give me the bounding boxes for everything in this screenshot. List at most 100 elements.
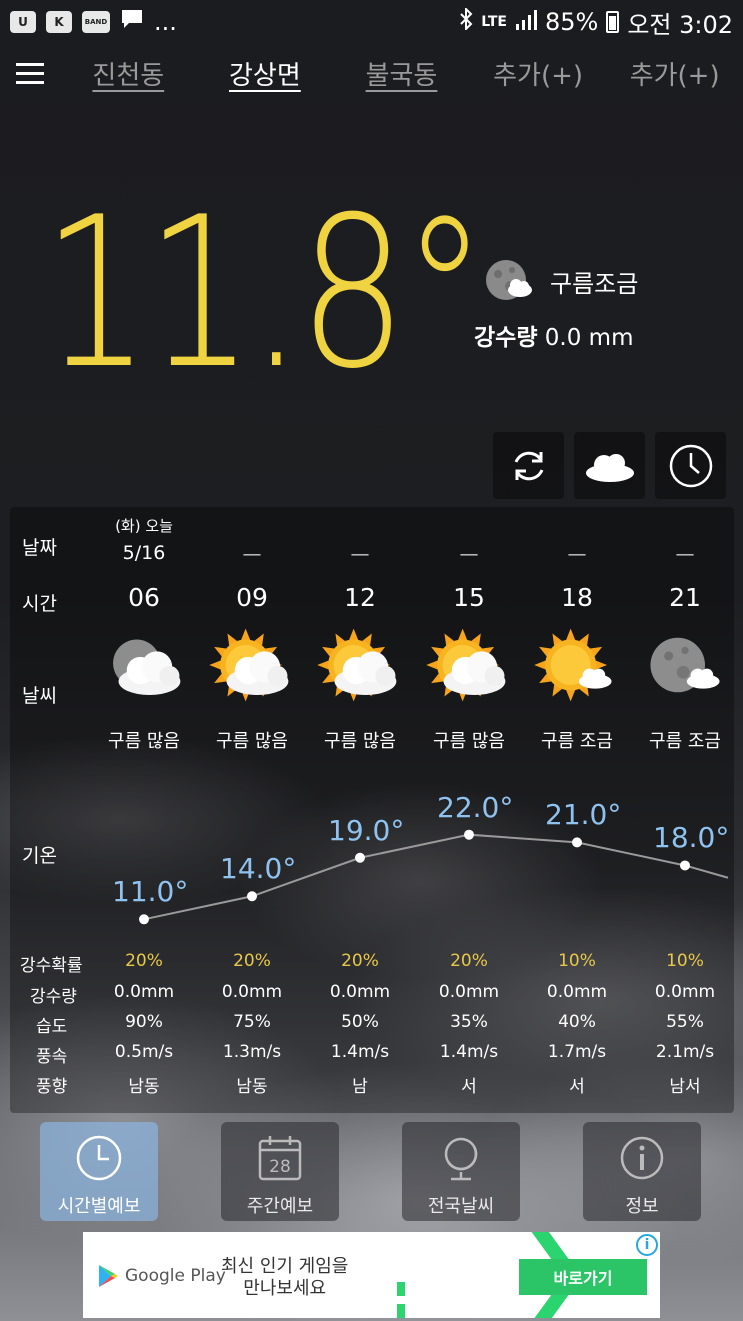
row-label-weather: 날씨	[22, 685, 57, 707]
battery-icon	[606, 11, 620, 33]
temperature-point	[139, 914, 149, 925]
wind-speed-value: 1.4m/s	[439, 1042, 499, 1062]
condition-label: 구름 많음	[433, 731, 505, 752]
signal-icon	[515, 8, 537, 36]
weather-icon-moon-cloud-light	[640, 625, 730, 709]
date-dash: —	[675, 543, 695, 565]
condition-label: 구름 많음	[216, 731, 288, 752]
hamburger-menu-icon[interactable]	[0, 48, 60, 98]
pop-value: 10%	[558, 951, 596, 971]
ad-copy: 최신 인기 게임을 만나보세요	[221, 1256, 348, 1299]
network-type: LTE	[481, 14, 507, 30]
pop-value: 20%	[125, 951, 163, 971]
info-icon	[620, 1136, 664, 1180]
nav-label: 정보	[625, 1196, 659, 1217]
hour-label: 06	[128, 583, 160, 612]
current-condition: 구름조금	[484, 258, 638, 304]
humidity-value: 75%	[233, 1012, 271, 1032]
ad-brand: Google Play	[125, 1266, 226, 1286]
globe-icon	[444, 1137, 478, 1181]
clock-time: 오전 3:02	[627, 10, 733, 39]
nav-label: 전국날씨	[427, 1196, 495, 1217]
pop-value: 20%	[233, 951, 271, 971]
clock-icon	[76, 1135, 122, 1181]
weather-icon	[209, 628, 289, 702]
condition-label: 구름 조금	[541, 731, 613, 752]
weather-view-button[interactable]	[574, 432, 645, 499]
precip-value: 0.0mm	[221, 982, 283, 1002]
bluetooth-icon	[459, 6, 473, 36]
row-label-humidity: 습도	[36, 1017, 68, 1037]
pop-value: 20%	[450, 951, 488, 971]
precip-value: 0.0mm	[329, 982, 391, 1002]
condition-label: 구름 많음	[108, 731, 180, 752]
tab-location-2[interactable]: 강상면	[197, 55, 334, 92]
location-tabs: 진천동 강상면 불국동 추가(+) 추가(+)	[0, 48, 743, 98]
ad-line-2: 만나보세요	[243, 1277, 327, 1299]
more-notifications: ...	[154, 8, 177, 36]
hour-label: 09	[236, 583, 268, 612]
condition-label: 구름 조금	[649, 731, 721, 752]
wind-speed-value: 1.4m/s	[330, 1042, 390, 1062]
ad-info-icon[interactable]: i	[636, 1234, 658, 1256]
row-label-pop: 강수확률	[20, 956, 83, 976]
weather-icon-moon-cloud-heavy	[99, 625, 189, 709]
humidity-value: 35%	[450, 1012, 488, 1032]
temperature-label: 14.0°	[220, 852, 297, 886]
ad-cta-button[interactable]: 바로가기	[519, 1259, 647, 1295]
moon-cloud-icon	[486, 260, 532, 300]
row-label-wind-speed: 풍속	[36, 1047, 68, 1067]
precip-value: 0.0 mm	[544, 325, 634, 351]
temperature-point	[355, 852, 365, 863]
ad-banner[interactable]: Google Play 최신 인기 게임을 만나보세요 바로가기 i	[83, 1232, 660, 1318]
temperature-point	[464, 829, 474, 840]
temperature-line-chart	[139, 829, 729, 925]
weather-icon	[426, 628, 506, 702]
weather-icon	[317, 628, 397, 702]
condition-label: 구름 많음	[324, 731, 396, 752]
google-play-logo: Google Play	[97, 1264, 226, 1288]
weather-icon	[534, 628, 612, 702]
nav-weekly-forecast[interactable]: 28 주간예보	[221, 1122, 339, 1221]
nav-hourly-forecast[interactable]: 시간별예보	[40, 1122, 158, 1221]
quick-actions	[493, 432, 726, 499]
u-app-icon: U	[10, 11, 36, 33]
refresh-button[interactable]	[493, 432, 564, 499]
calendar-icon: 28	[258, 1136, 302, 1181]
row-label-date: 날짜	[22, 537, 57, 559]
hour-label: 15	[453, 583, 485, 612]
tab-location-3[interactable]: 불국동	[333, 55, 470, 92]
nav-label: 시간별예보	[57, 1196, 141, 1217]
nav-info[interactable]: 정보	[583, 1122, 701, 1221]
pop-value: 20%	[341, 951, 379, 971]
nav-national-weather[interactable]: 전국날씨	[402, 1122, 520, 1221]
wind-speed-value: 0.5m/s	[114, 1042, 174, 1062]
status-bar: U K BAND ... LTE 85% 오전 3:02	[0, 0, 743, 44]
weather-icon-sun-cloud-heavy	[207, 625, 297, 709]
current-precip: 강수량 0.0 mm	[474, 318, 634, 352]
tab-add-2[interactable]: 추가(+)	[606, 55, 743, 92]
date-dash: —	[242, 543, 262, 565]
weather-icon-sun-cloud-light	[532, 625, 622, 709]
cloud-icon	[585, 453, 634, 482]
precip-value: 0.0mm	[438, 982, 500, 1002]
wind-direction-value: 서	[569, 1077, 585, 1097]
precip-value: 0.0mm	[546, 982, 608, 1002]
chat-icon	[120, 8, 144, 36]
precip-label: 강수량	[474, 325, 538, 351]
temperature-label: 19.0°	[328, 813, 405, 847]
tab-location-1[interactable]: 진천동	[60, 55, 197, 92]
date-day-label: (화) 오늘	[115, 517, 173, 535]
humidity-value: 90%	[125, 1012, 163, 1032]
battery-percent: 85%	[544, 8, 599, 36]
clock-button[interactable]	[655, 432, 726, 499]
tab-add-1[interactable]: 추가(+)	[470, 55, 607, 92]
clock-icon	[669, 444, 712, 487]
hour-label: 18	[561, 583, 593, 612]
wind-direction-value: 서	[461, 1077, 477, 1097]
date-dash: —	[567, 543, 587, 565]
row-label-wind-dir: 풍향	[36, 1077, 68, 1097]
temperature-point	[247, 891, 257, 902]
row-label-precip: 강수량	[30, 987, 77, 1007]
temperature-point	[680, 860, 690, 871]
